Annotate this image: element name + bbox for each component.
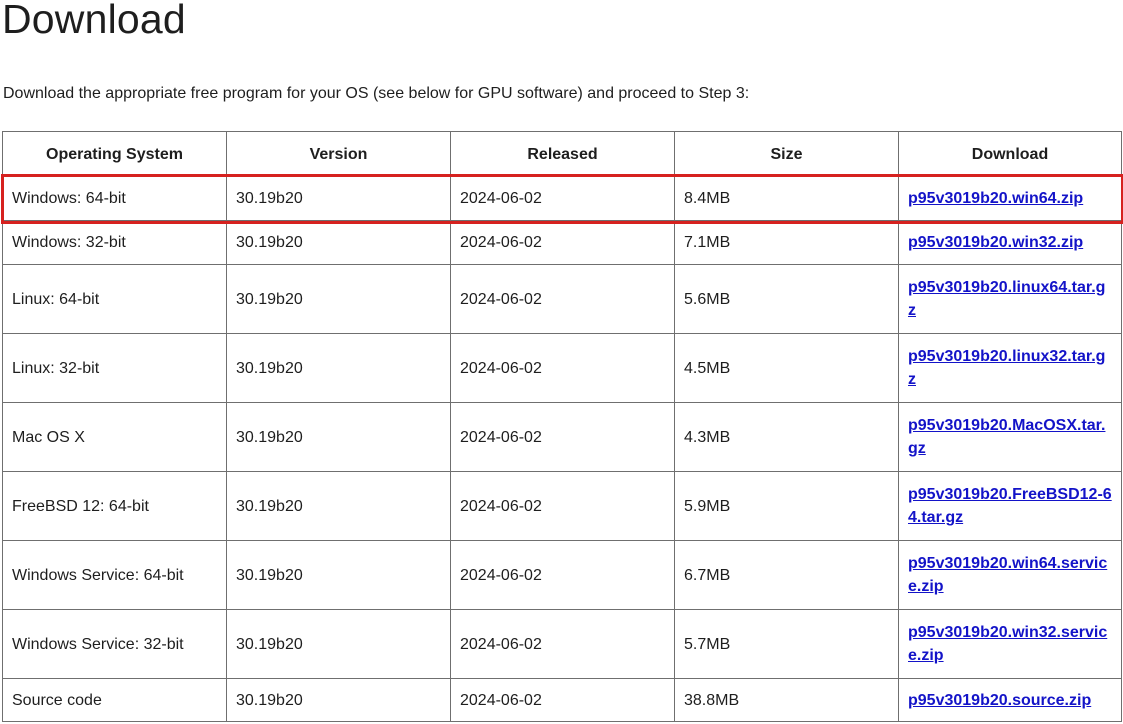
table-header-row: Operating System Version Released Size D… — [2, 131, 1122, 177]
version-cell: 30.19b20 — [226, 333, 451, 403]
size-cell: 5.9MB — [674, 471, 899, 541]
header-operating-system: Operating System — [2, 131, 227, 177]
version-cell: 30.19b20 — [226, 540, 451, 610]
version-cell: 30.19b20 — [226, 264, 451, 334]
size-cell: 4.5MB — [674, 333, 899, 403]
os-cell: Windows: 64-bit — [2, 176, 227, 221]
download-link-freebsd[interactable]: p95v3019b20.FreeBSD12-64.tar.gz — [908, 486, 1112, 526]
released-cell: 2024-06-02 — [450, 220, 675, 265]
version-cell: 30.19b20 — [226, 678, 451, 722]
size-cell: 7.1MB — [674, 220, 899, 265]
released-cell: 2024-06-02 — [450, 609, 675, 679]
released-cell: 2024-06-02 — [450, 678, 675, 722]
table-row: Windows: 64-bit 30.19b20 2024-06-02 8.4M… — [2, 176, 1122, 221]
table-row: Linux: 64-bit 30.19b20 2024-06-02 5.6MB … — [2, 264, 1122, 334]
size-cell: 5.6MB — [674, 264, 899, 334]
os-cell: Linux: 32-bit — [2, 333, 227, 403]
table-row: Windows Service: 64-bit 30.19b20 2024-06… — [2, 540, 1122, 610]
size-cell: 5.7MB — [674, 609, 899, 679]
released-cell: 2024-06-02 — [450, 540, 675, 610]
os-cell: Windows: 32-bit — [2, 220, 227, 265]
version-cell: 30.19b20 — [226, 609, 451, 679]
download-link-win64[interactable]: p95v3019b20.win64.zip — [908, 190, 1083, 207]
download-link-linux64[interactable]: p95v3019b20.linux64.tar.gz — [908, 279, 1105, 319]
released-cell: 2024-06-02 — [450, 176, 675, 221]
size-cell: 38.8MB — [674, 678, 899, 722]
os-cell: Linux: 64-bit — [2, 264, 227, 334]
os-cell: Source code — [2, 678, 227, 722]
download-link-win32[interactable]: p95v3019b20.win32.zip — [908, 234, 1083, 251]
os-cell: FreeBSD 12: 64-bit — [2, 471, 227, 541]
download-cell: p95v3019b20.win64.zip — [898, 176, 1122, 221]
os-cell: Windows Service: 32-bit — [2, 609, 227, 679]
version-cell: 30.19b20 — [226, 471, 451, 541]
download-cell: p95v3019b20.MacOSX.tar.gz — [898, 402, 1122, 472]
os-cell: Windows Service: 64-bit — [2, 540, 227, 610]
header-version: Version — [226, 131, 451, 177]
page-title: Download — [2, 0, 186, 42]
intro-text: Download the appropriate free program fo… — [3, 85, 750, 102]
size-cell: 8.4MB — [674, 176, 899, 221]
table-row: Windows: 32-bit 30.19b20 2024-06-02 7.1M… — [2, 220, 1122, 265]
header-download: Download — [898, 131, 1122, 177]
download-link-macosx[interactable]: p95v3019b20.MacOSX.tar.gz — [908, 417, 1105, 457]
released-cell: 2024-06-02 — [450, 471, 675, 541]
os-cell: Mac OS X — [2, 402, 227, 472]
table-row: Source code 30.19b20 2024-06-02 38.8MB p… — [2, 678, 1122, 722]
released-cell: 2024-06-02 — [450, 264, 675, 334]
download-link-source[interactable]: p95v3019b20.source.zip — [908, 692, 1091, 709]
download-cell: p95v3019b20.win32.zip — [898, 220, 1122, 265]
header-released: Released — [450, 131, 675, 177]
table-row: Mac OS X 30.19b20 2024-06-02 4.3MB p95v3… — [2, 402, 1122, 472]
version-cell: 30.19b20 — [226, 402, 451, 472]
download-link-linux32[interactable]: p95v3019b20.linux32.tar.gz — [908, 348, 1105, 388]
table-row: FreeBSD 12: 64-bit 30.19b20 2024-06-02 5… — [2, 471, 1122, 541]
table-row: Windows Service: 32-bit 30.19b20 2024-06… — [2, 609, 1122, 679]
version-cell: 30.19b20 — [226, 220, 451, 265]
released-cell: 2024-06-02 — [450, 402, 675, 472]
version-cell: 30.19b20 — [226, 176, 451, 221]
download-table: Operating System Version Released Size D… — [2, 131, 1122, 722]
download-cell: p95v3019b20.win32.service.zip — [898, 609, 1122, 679]
header-size: Size — [674, 131, 899, 177]
table-row: Linux: 32-bit 30.19b20 2024-06-02 4.5MB … — [2, 333, 1122, 403]
size-cell: 6.7MB — [674, 540, 899, 610]
released-cell: 2024-06-02 — [450, 333, 675, 403]
download-cell: p95v3019b20.linux32.tar.gz — [898, 333, 1122, 403]
download-link-win32-service[interactable]: p95v3019b20.win32.service.zip — [908, 624, 1107, 664]
download-cell: p95v3019b20.FreeBSD12-64.tar.gz — [898, 471, 1122, 541]
download-link-win64-service[interactable]: p95v3019b20.win64.service.zip — [908, 555, 1107, 595]
download-cell: p95v3019b20.win64.service.zip — [898, 540, 1122, 610]
download-cell: p95v3019b20.source.zip — [898, 678, 1122, 722]
download-cell: p95v3019b20.linux64.tar.gz — [898, 264, 1122, 334]
size-cell: 4.3MB — [674, 402, 899, 472]
